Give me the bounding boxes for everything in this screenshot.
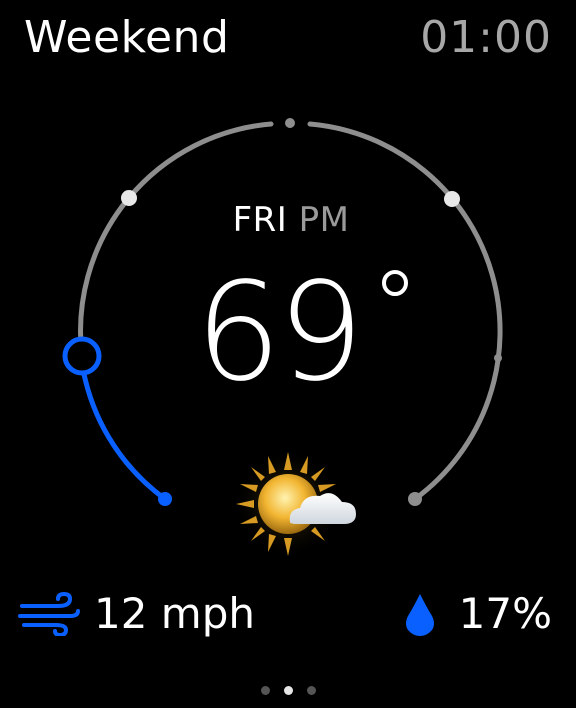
dial-progress-arc: [81, 371, 168, 502]
dial-handle[interactable]: [62, 336, 102, 376]
page-dot-3: [306, 686, 316, 695]
raindrop-icon: [406, 594, 434, 636]
precipitation-chance: 17%: [458, 589, 552, 638]
partly-cloudy-sun-icon: [234, 450, 356, 558]
dial-end-bottom-left: [158, 492, 172, 506]
forecast-day: FRI: [232, 200, 288, 240]
dial-tick-top: [285, 118, 295, 128]
forecast-day-label: FRI PM: [0, 198, 576, 242]
forecast-period: PM: [298, 200, 350, 240]
page-dot-1: [260, 686, 270, 695]
temperature-value: 69: [195, 254, 364, 412]
page-indicator[interactable]: [0, 680, 576, 695]
wind-speed: 12 mph: [94, 589, 255, 638]
page-dot-2-active: [283, 686, 293, 695]
degree-symbol: [382, 270, 408, 296]
dial-tick-right: [494, 354, 502, 362]
weather-glance-screen: Weekend 01:00 FRI PM 69 12 mph 17%: [0, 0, 576, 708]
wind-icon: [18, 592, 80, 636]
conditions-row: 12 mph 17%: [0, 584, 576, 644]
dial-end-bottom-right: [408, 492, 422, 506]
